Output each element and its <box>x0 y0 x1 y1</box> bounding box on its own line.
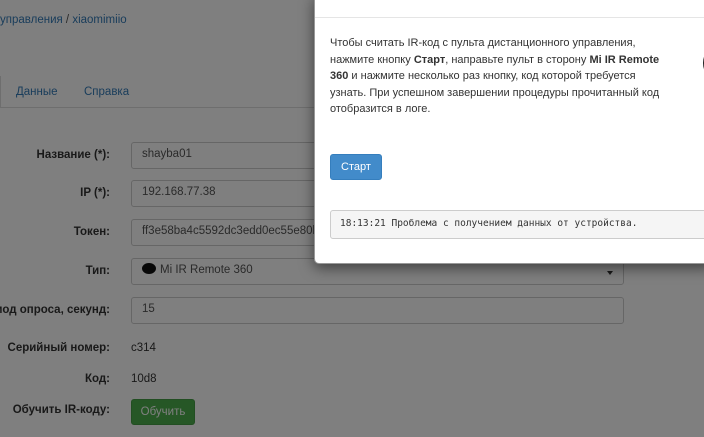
start-button[interactable]: Старт <box>330 154 382 180</box>
modal-instructions: Чтобы считать IR-код с пульта дистанцион… <box>330 35 670 118</box>
modal-header <box>315 0 704 18</box>
instructions-start-word: Старт <box>413 53 446 66</box>
instructions-part-3: и нажмите несколько раз кнопку, код кото… <box>330 70 660 115</box>
log-output: 18:13:21 Проблема с получением данных от… <box>330 210 704 239</box>
remote-illustration-icon <box>703 56 704 70</box>
instructions-part-2: , направьте пульт в сторону <box>445 53 590 66</box>
ir-learn-modal: Чтобы считать IR-код с пульта дистанцион… <box>314 0 704 264</box>
